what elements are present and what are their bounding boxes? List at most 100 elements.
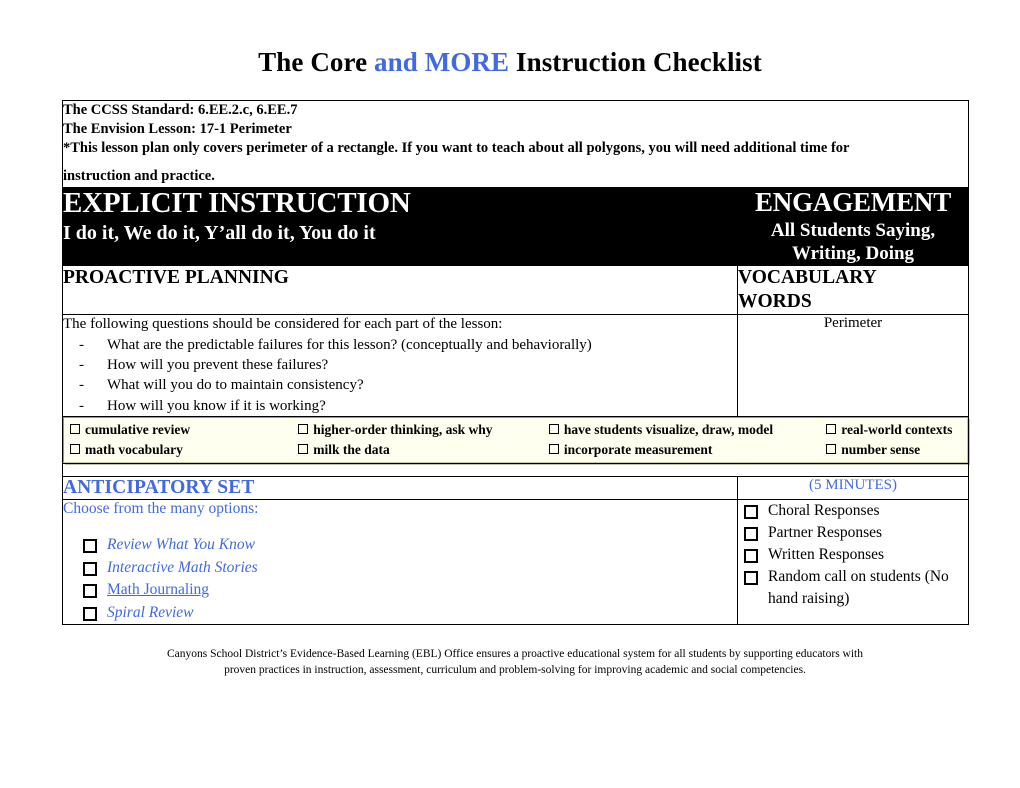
spacer-row (62, 463, 969, 478)
checkbox-icon[interactable] (548, 424, 559, 435)
strategy-checkbox-item[interactable]: incorporate measurement (547, 440, 824, 459)
standards-row: The CCSS Standard: 6.EE.2.c, 6.EE.7 The … (62, 100, 969, 188)
strategy-strip-cell: cumulative review higher-order thinking,… (62, 416, 969, 465)
engagement-heading: ENGAGEMENT (754, 186, 952, 217)
title-highlight: and MORE (374, 47, 510, 77)
engagement-cell: ENGAGEMENT All Students Saying, Writing,… (737, 186, 969, 267)
document-page: The Core and MORE Instruction Checklist … (0, 0, 1020, 788)
strategy-checkbox-item[interactable]: higher-order thinking, ask why (296, 420, 547, 439)
checkbox-icon[interactable] (548, 443, 559, 454)
proactive-planning-heading-cell: PROACTIVE PLANNING (62, 265, 738, 315)
envision-lesson-line: The Envision Lesson: 17-1 Perimeter (63, 121, 292, 138)
list-item[interactable]: Partner Responses (744, 522, 968, 544)
engagement-subheading: All Students Saying, Writing, Doing (770, 219, 936, 265)
checkbox-icon[interactable] (83, 561, 97, 576)
list-item[interactable]: Interactive Math Stories (83, 557, 737, 579)
strategy-checkbox-item[interactable]: cumulative review (68, 420, 296, 439)
checkbox-icon[interactable] (744, 505, 758, 520)
checkbox-icon[interactable] (744, 527, 758, 542)
option-label-link[interactable]: Math Journaling (107, 579, 209, 601)
section-heading-row: PROACTIVE PLANNING VOCABULARY WORDS (62, 265, 969, 315)
question-text: What will you do to maintain consistency… (107, 377, 364, 394)
checkbox-icon[interactable] (298, 443, 309, 454)
strategy-checkbox-item[interactable]: math vocabulary (68, 440, 296, 459)
strategy-label: higher-order thinking, ask why (313, 422, 493, 438)
proactive-intro: The following questions should be consid… (63, 315, 503, 332)
spacer-cell (62, 463, 969, 478)
duration-badge: (5 MINUTES) (809, 477, 897, 494)
explicit-instruction-heading: EXPLICIT INSTRUCTION (63, 186, 411, 219)
response-label: Random call on students (No hand raising… (768, 568, 949, 608)
dash-bullet: - (79, 336, 84, 353)
lesson-note-line: *This lesson plan only covers perimeter … (63, 140, 850, 157)
list-item[interactable]: Written Responses (744, 544, 968, 566)
strategy-strip-row: cumulative review higher-order thinking,… (62, 416, 969, 465)
vocabulary-heading-cell: VOCABULARY WORDS (737, 265, 969, 315)
strategy-strip-line-1: cumulative review higher-order thinking,… (68, 420, 963, 439)
list-item[interactable]: Spiral Review (83, 602, 737, 624)
strategy-checkbox-item[interactable]: number sense (824, 440, 963, 459)
list-item[interactable]: Math Journaling (83, 579, 737, 601)
checkbox-icon[interactable] (826, 424, 837, 435)
list-item[interactable]: Random call on students (No hand raising… (744, 566, 968, 610)
response-label: Choral Responses (768, 502, 880, 520)
dash-bullet: - (79, 357, 84, 374)
strategy-label: milk the data (313, 441, 390, 457)
list-item: - How will you know if it is working? (79, 396, 737, 416)
proactive-planning-body: The following questions should be consid… (62, 313, 738, 418)
checkbox-icon[interactable] (83, 606, 97, 621)
response-label: Partner Responses (768, 524, 883, 542)
list-item: - What are the predictable failures for t… (79, 335, 737, 355)
strategy-label: cumulative review (85, 422, 191, 438)
anticipatory-set-heading-cell: ANTICIPATORY SET (62, 476, 738, 501)
standards-gap (63, 158, 968, 167)
list-item[interactable]: Choral Responses (744, 500, 968, 522)
list-item[interactable]: Review What You Know (83, 534, 737, 556)
checkbox-icon[interactable] (744, 549, 758, 564)
option-label: Review What You Know (107, 536, 255, 554)
vocabulary-heading-line1: VOCABULARY (738, 267, 877, 289)
anticipatory-heading-row: ANTICIPATORY SET (5 MINUTES) (62, 476, 969, 501)
lesson-note-continued: instruction and practice. (63, 168, 215, 185)
footer: Canyons School District’s Evidence-Based… (62, 646, 968, 679)
vocabulary-heading-line2: WORDS (738, 290, 812, 312)
option-label: Interactive Math Stories (107, 558, 258, 576)
anticipatory-options-cell: Choose from the many options: Review Wha… (62, 499, 738, 625)
strategy-strip-box: cumulative review higher-order thinking,… (63, 417, 968, 464)
strategy-label: have students visualize, draw, model (563, 422, 774, 438)
proactive-planning-heading: PROACTIVE PLANNING (63, 267, 289, 289)
ccss-standard-line: The CCSS Standard: 6.EE.2.c, 6.EE.7 (63, 102, 298, 118)
anticipatory-intro: Choose from the many options: (63, 500, 259, 518)
strategy-checkbox-item[interactable]: milk the data (296, 440, 547, 459)
vocabulary-words-cell: Perimeter (737, 313, 969, 418)
checkbox-icon[interactable] (744, 571, 758, 586)
question-text: How will you know if it is working? (107, 397, 326, 414)
engagement-responses-cell: Choral Responses Partner Responses Writt… (737, 499, 969, 625)
standards-cell: The CCSS Standard: 6.EE.2.c, 6.EE.7 The … (62, 100, 969, 188)
proactive-question-list: - What are the predictable failures for t… (63, 335, 737, 417)
response-list: Choral Responses Partner Responses Writt… (738, 500, 968, 610)
question-text: What are the predictable failures for th… (107, 336, 592, 353)
strategy-strip-line-2: math vocabulary milk the data incorporat… (68, 440, 963, 459)
explicit-instruction-cell: EXPLICIT INSTRUCTION I do it, We do it, … (62, 186, 738, 267)
title-part-2: Instruction Checklist (509, 47, 762, 77)
checkbox-icon[interactable] (70, 424, 80, 435)
checkbox-icon[interactable] (826, 443, 837, 454)
dash-bullet: - (79, 397, 84, 414)
option-label: Spiral Review (107, 603, 194, 621)
checkbox-icon[interactable] (83, 584, 97, 599)
banner-row: EXPLICIT INSTRUCTION I do it, We do it, … (62, 186, 969, 267)
strategy-checkbox-item[interactable]: have students visualize, draw, model (547, 420, 824, 439)
list-item: - How will you prevent these failures? (79, 355, 737, 375)
strategy-label: math vocabulary (85, 441, 183, 457)
checkbox-icon[interactable] (70, 443, 80, 454)
response-label: Written Responses (768, 546, 885, 564)
strategy-checkbox-item[interactable]: real-world contexts (824, 420, 963, 439)
anticipatory-option-list: Review What You Know Interactive Math St… (63, 534, 737, 624)
anticipatory-set-heading: ANTICIPATORY SET (63, 477, 255, 499)
checkbox-icon[interactable] (298, 424, 309, 435)
strategy-label: incorporate measurement (563, 441, 713, 457)
page-title: The Core and MORE Instruction Checklist (0, 0, 1020, 78)
footer-line-2: proven practices in instruction, assessm… (224, 664, 806, 677)
checkbox-icon[interactable] (83, 539, 97, 554)
